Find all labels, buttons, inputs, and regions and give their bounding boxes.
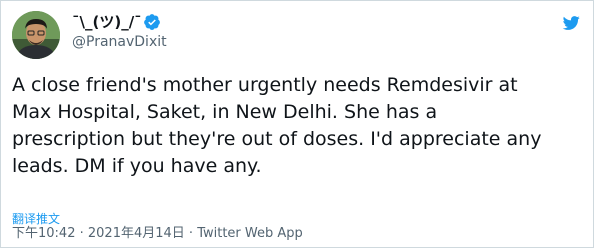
tweet-date[interactable]: 2021年4月14日 — [88, 226, 185, 241]
tweet-time[interactable]: 下午10:42 — [12, 226, 75, 241]
meta-separator: · — [184, 226, 198, 241]
tweet-source[interactable]: Twitter Web App — [197, 226, 303, 241]
translate-tweet-link[interactable]: 翻译推文 — [12, 212, 60, 226]
tweet-text: A close friend's mother urgently needs R… — [12, 74, 542, 177]
author-handle[interactable]: @PranavDixit — [72, 33, 167, 51]
meta-separator: · — [75, 226, 88, 241]
tweet-meta: 下午10:42 · 2021年4月14日 · Twitter Web App — [12, 225, 303, 243]
author-display-name[interactable]: ¯\_(ツ)_/¯ — [72, 12, 142, 32]
tweet-card: ¯\_(ツ)_/¯ @PranavDixit A close friend's … — [0, 0, 594, 248]
twitter-bird-icon[interactable] — [562, 14, 580, 32]
verified-badge-icon — [144, 14, 160, 30]
avatar[interactable] — [12, 11, 60, 59]
